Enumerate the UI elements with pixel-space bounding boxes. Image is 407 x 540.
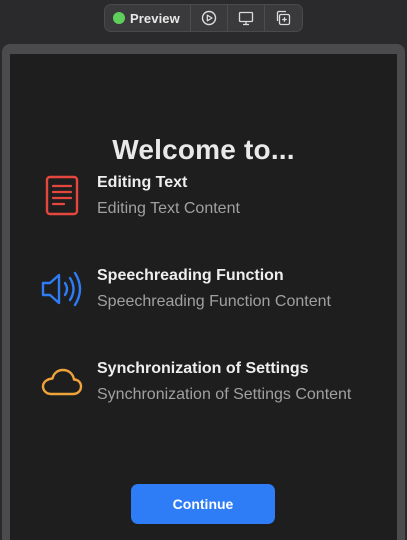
duplicate-preview-button[interactable] <box>265 5 302 31</box>
monitor-icon <box>238 11 254 25</box>
feature-title: Speechreading Function <box>97 267 284 284</box>
feature-subtitle: Synchronization of Settings Content <box>97 386 352 403</box>
feature-subtitle: Speechreading Function Content <box>97 293 331 310</box>
speaker-wave-icon <box>41 271 82 307</box>
welcome-title: Welcome to... <box>112 134 295 165</box>
live-preview-button[interactable] <box>191 5 228 31</box>
feature-subtitle: Editing Text Content <box>97 200 240 217</box>
feature-title: Synchronization of Settings <box>97 360 309 377</box>
device-settings-button[interactable] <box>228 5 265 31</box>
feature-title: Editing Text <box>97 174 188 191</box>
feature-editing-text: Editing Text Editing Text Content <box>10 174 397 234</box>
preview-label: Preview <box>130 10 180 26</box>
preview-screen: Welcome to... Editing Text Editing Text … <box>10 54 397 540</box>
document-text-icon <box>45 175 79 216</box>
continue-button[interactable]: Continue <box>131 484 275 524</box>
play-circle-icon <box>201 10 217 26</box>
canvas: Preview Welcome to... Editing Text Editi… <box>0 0 407 540</box>
feature-sync-settings: Synchronization of Settings Synchronizat… <box>10 360 397 420</box>
status-dot-icon <box>113 12 125 24</box>
preview-toolbar: Preview <box>104 4 303 32</box>
preview-button[interactable]: Preview <box>105 5 191 31</box>
cloud-icon <box>41 368 83 396</box>
feature-speechreading: Speechreading Function Speechreading Fun… <box>10 267 397 327</box>
duplicate-icon <box>277 10 291 26</box>
